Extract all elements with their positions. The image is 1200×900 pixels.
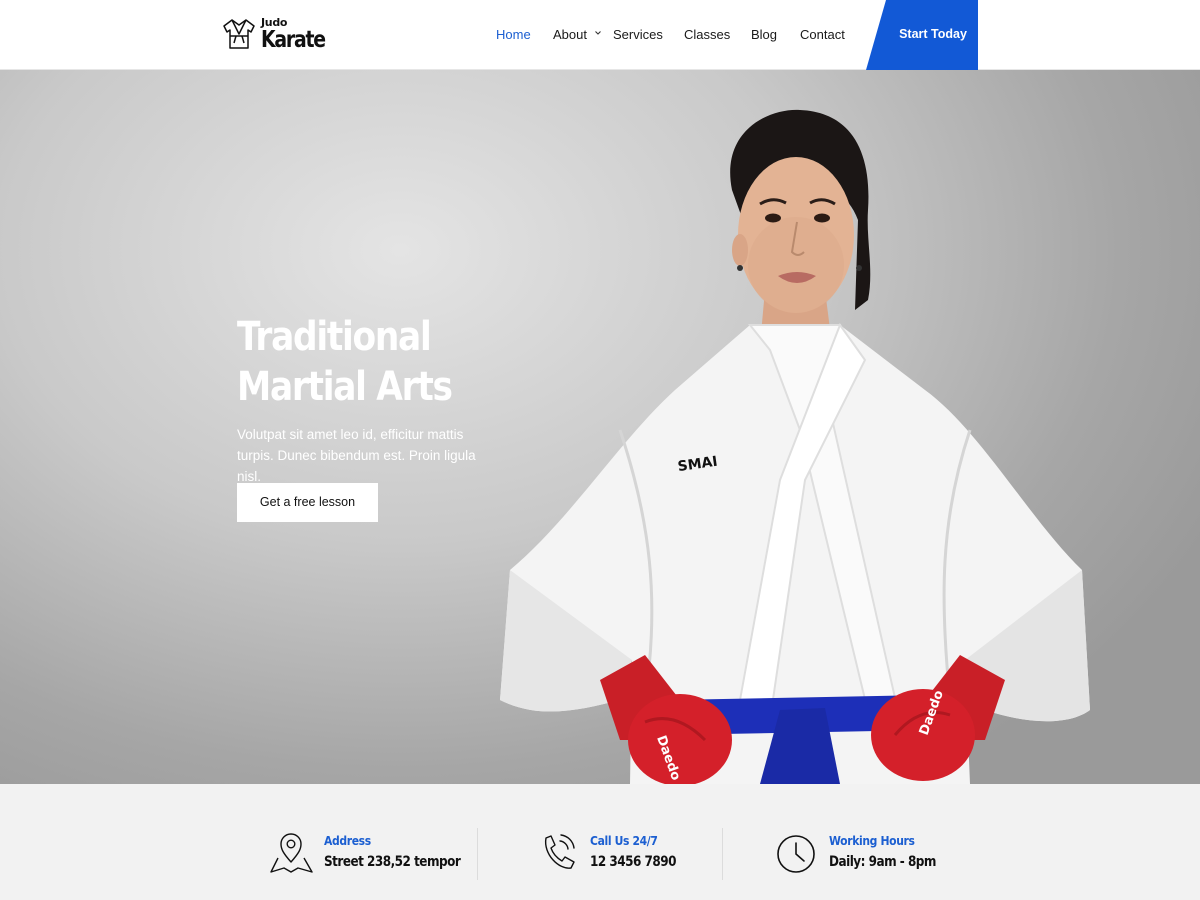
hero-title: Traditional Martial Arts: [237, 312, 453, 412]
info-hours-value: Daily: 9am - 8pm: [829, 854, 936, 870]
info-address-value: Street 238,52 tempor: [324, 854, 461, 870]
karate-gi-icon: [223, 19, 255, 49]
hero-section: SMAI Daedo Daedo Traditional Martial Art…: [0, 70, 1200, 784]
info-phone-label: Call Us 24/7: [590, 834, 658, 848]
free-lesson-button[interactable]: Get a free lesson: [237, 483, 378, 522]
hero-description: Volutpat sit amet leo id, efficitur matt…: [237, 427, 476, 484]
logo-title: Karate: [261, 26, 326, 53]
nav-about[interactable]: About: [553, 27, 587, 42]
site-logo[interactable]: Judo Karate: [221, 13, 339, 55]
phone-icon: [545, 834, 575, 869]
nav-services[interactable]: Services: [613, 27, 663, 42]
info-hours-label: Working Hours: [829, 834, 915, 848]
hero-title-line-1: Traditional: [237, 314, 432, 360]
start-today-button[interactable]: Start Today: [866, 0, 978, 70]
start-today-label: Start Today: [899, 27, 967, 41]
info-divider: [722, 828, 723, 880]
chevron-down-icon[interactable]: [594, 29, 602, 37]
map-pin-icon: [270, 833, 313, 873]
contact-info-bar: Address Street 238,52 tempor Call Us 24/…: [0, 784, 1200, 900]
info-divider: [477, 828, 478, 880]
nav-blog[interactable]: Blog: [751, 27, 777, 42]
clock-icon: [777, 835, 815, 873]
hero-title-line-2: Martial Arts: [237, 364, 453, 410]
info-phone-value[interactable]: 12 3456 7890: [590, 854, 676, 870]
info-address-label: Address: [324, 834, 371, 848]
site-header: Judo Karate Home About Services Classes …: [0, 0, 1200, 70]
nav-home[interactable]: Home: [496, 27, 531, 42]
nav-contact[interactable]: Contact: [800, 27, 845, 42]
nav-classes[interactable]: Classes: [684, 27, 730, 42]
karate-fighter-image: SMAI Daedo Daedo: [500, 109, 1090, 784]
